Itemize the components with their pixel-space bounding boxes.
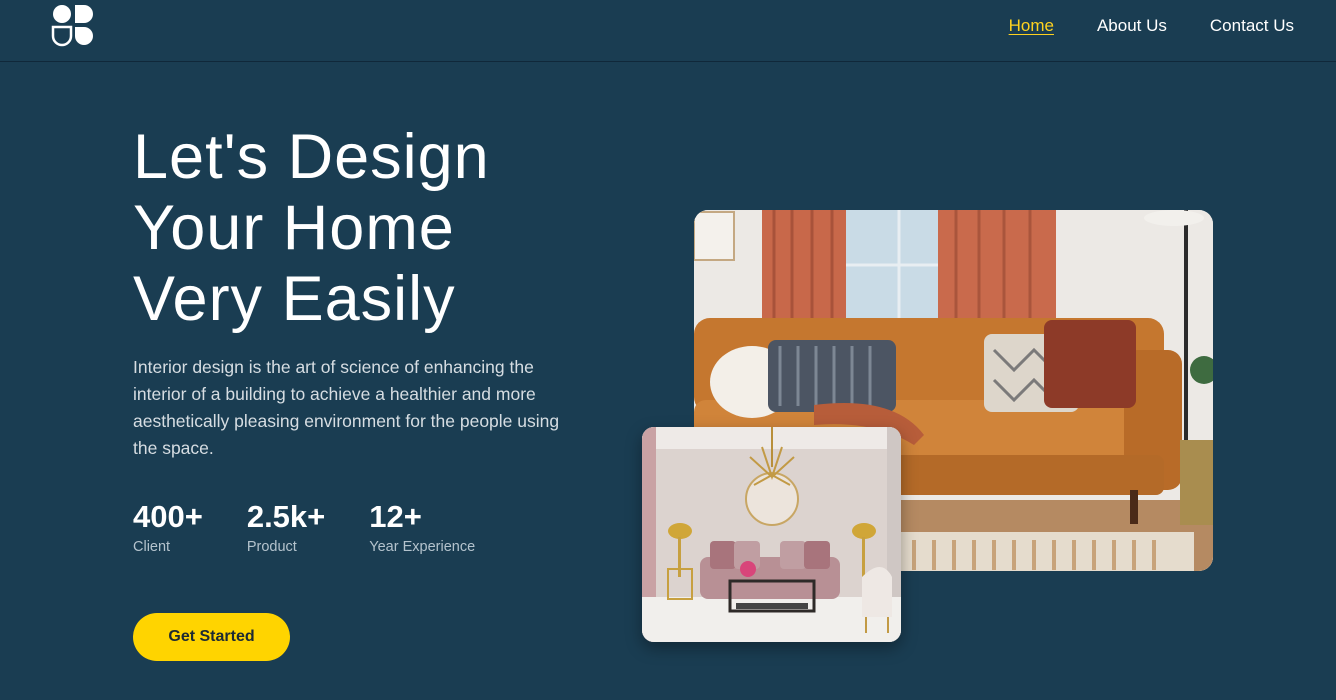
hero-title-line: Very Easily — [133, 264, 456, 334]
get-started-button[interactable]: Get Started — [133, 613, 290, 661]
stat-products: 2.5k+ Product — [247, 499, 325, 556]
abstract-shapes-logo-icon — [51, 5, 93, 47]
stat-value: 400+ — [133, 499, 203, 534]
nav-home-link[interactable]: Home — [1009, 16, 1054, 36]
hero-title: Let's Design Your Home Very Easily — [133, 122, 633, 335]
hero-title-line: Let's Design — [133, 122, 490, 192]
main-nav: Home About Us Contact Us — [1009, 16, 1294, 36]
landing-page: Home About Us Contact Us Let's Design Yo… — [0, 0, 1336, 700]
stat-value: 2.5k+ — [246, 499, 326, 534]
sitting-room-image — [642, 427, 901, 642]
stat-label: Client — [133, 539, 171, 555]
hero-description: Interior design is the art of science of… — [133, 357, 560, 458]
hero-title-line: Your Home — [133, 193, 455, 263]
site-header: Home About Us Contact Us — [0, 0, 1336, 62]
nav-contact-link[interactable]: Contact Us — [1210, 16, 1294, 36]
stat-label: Year Experience — [369, 539, 476, 555]
brand-logo[interactable] — [50, 2, 96, 48]
stats-row: 400+ Client 2.5k+ Product 12+ Year Exper… — [133, 499, 519, 556]
stat-value: 12+ — [369, 499, 422, 534]
stat-clients: 400+ Client — [133, 499, 203, 556]
nav-about-link[interactable]: About Us — [1097, 16, 1167, 36]
stat-label: Product — [246, 539, 297, 555]
stat-experience: 12+ Year Experience — [369, 499, 475, 556]
